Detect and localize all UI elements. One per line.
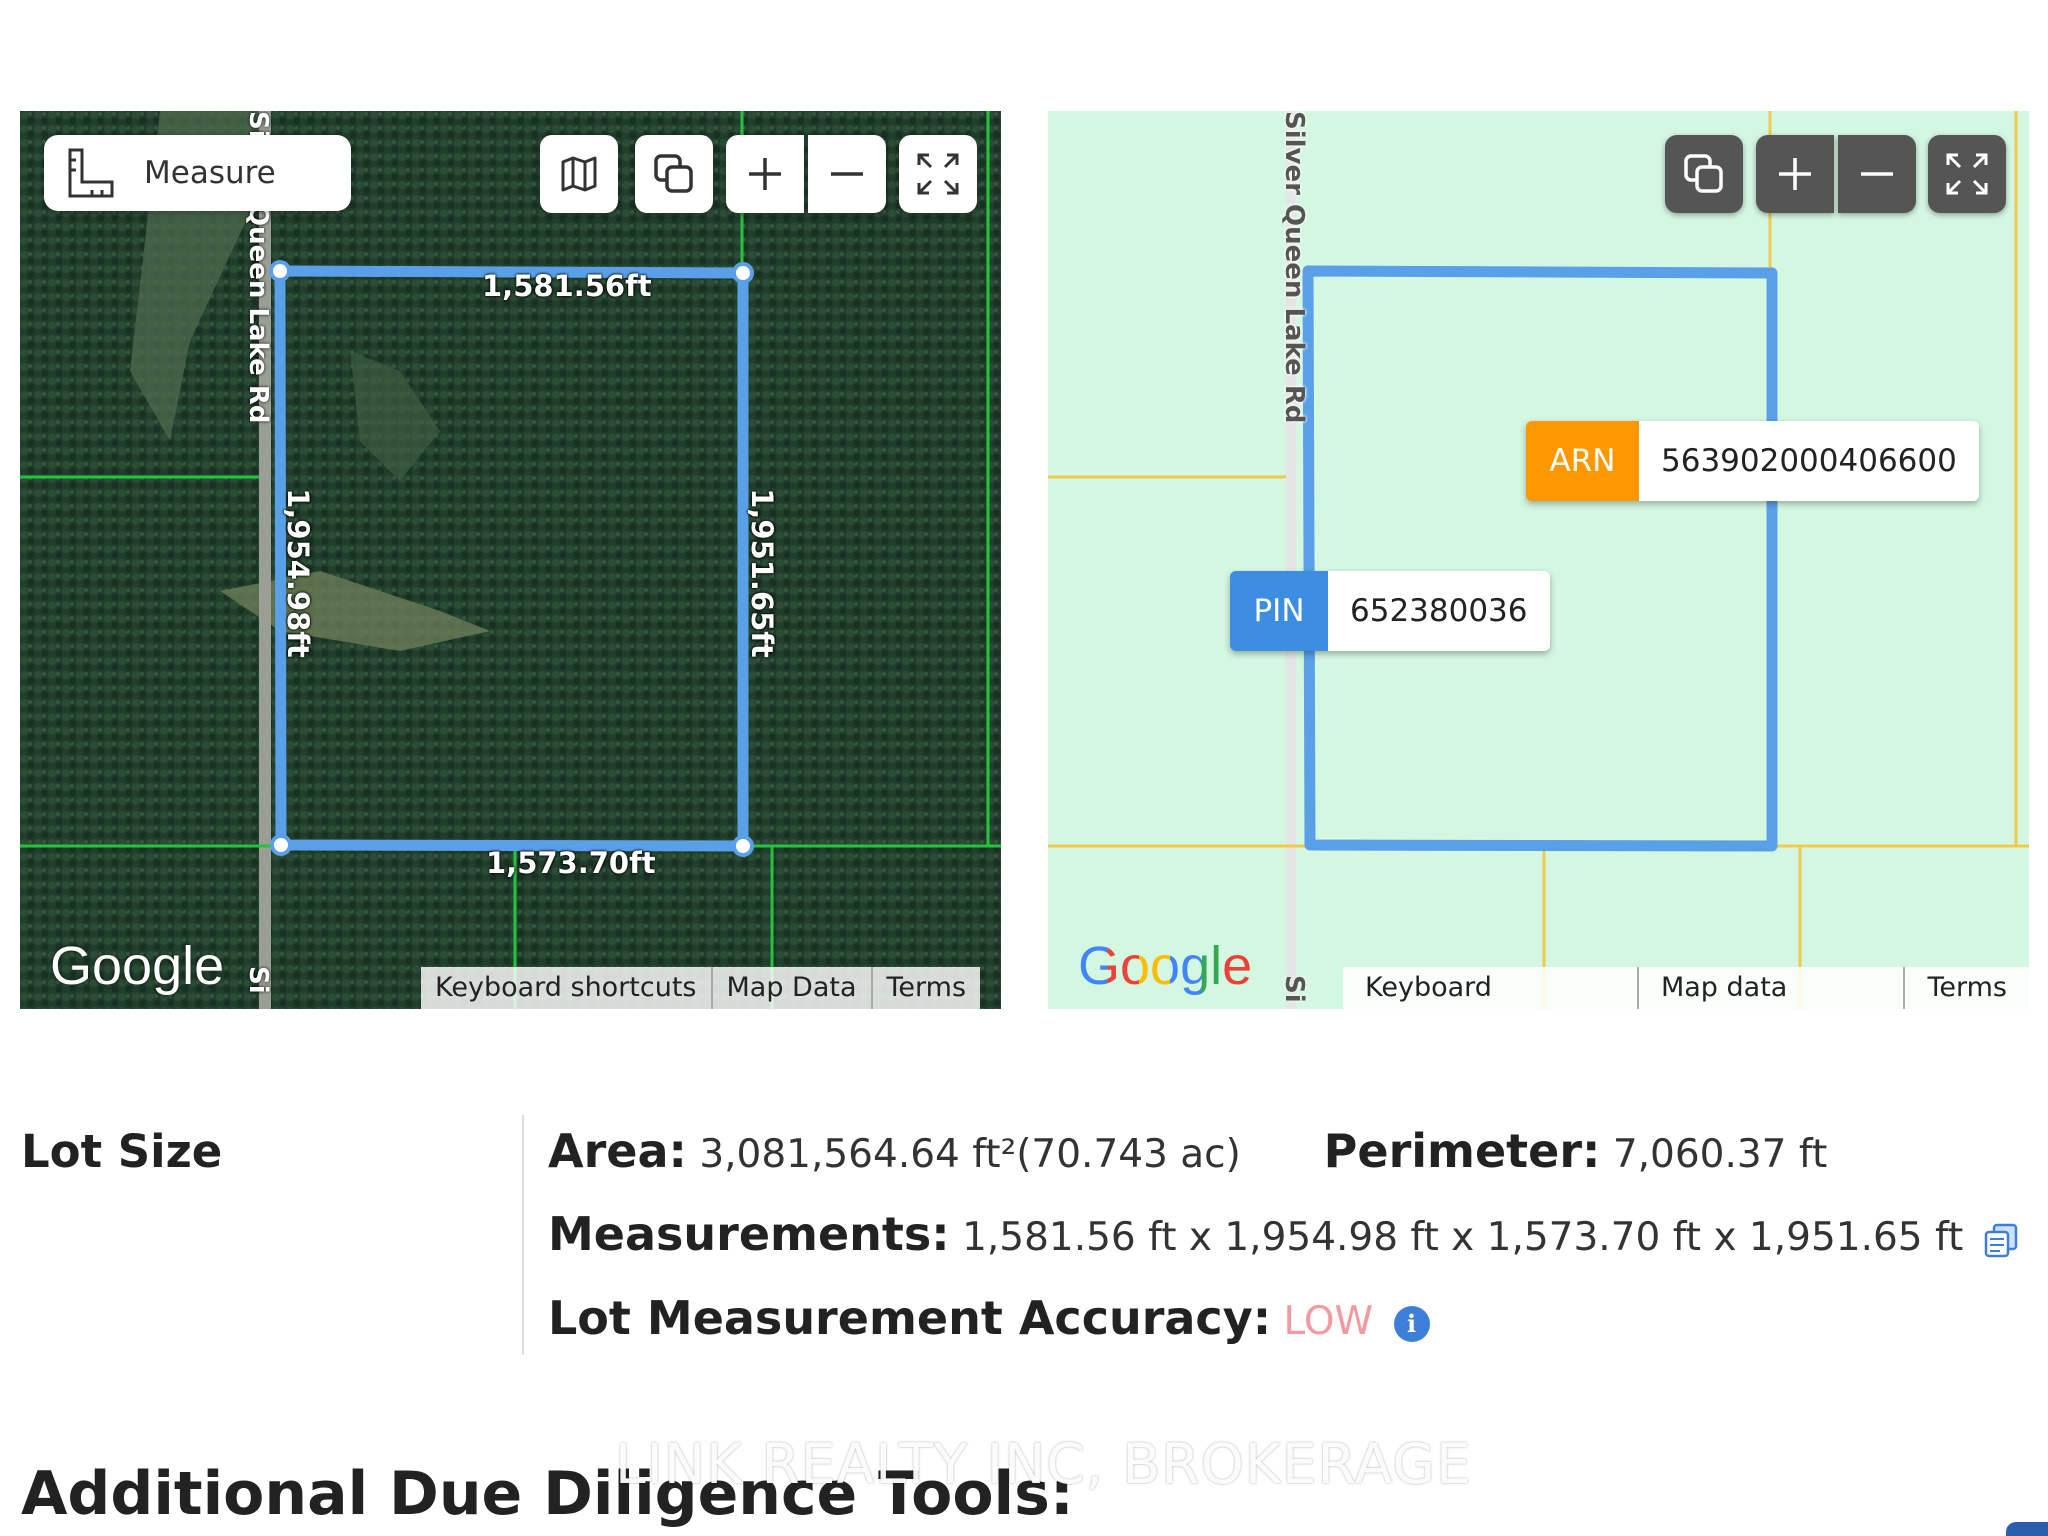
google-logo: Google	[1078, 935, 1252, 997]
google-logo: Google	[50, 936, 225, 996]
road-label-bottom: Si	[1279, 975, 1309, 1003]
dimension-bottom: 1,573.70ft	[486, 846, 656, 880]
layers-toggle-button[interactable]	[635, 135, 713, 213]
dimension-right: 1,951.65ft	[744, 488, 779, 658]
vertex-handle	[269, 260, 291, 282]
area-value: 3,081,564.64 ft²(70.743 ac)	[699, 1132, 1241, 1177]
map-layers-icon	[561, 156, 597, 192]
ruler-icon	[68, 148, 114, 198]
road-label: Silver Queen Lake Rd	[1279, 111, 1309, 424]
map-attribution: Keyboard shortcuts Map data ©2026 Terms	[1343, 967, 2029, 1009]
terms-link[interactable]: Terms	[1903, 967, 2029, 1009]
area-label: Area:	[548, 1124, 687, 1178]
zoom-in-button[interactable]	[1756, 135, 1834, 213]
zoom-out-icon	[1861, 172, 1893, 176]
arn-value: 563902000406600	[1639, 421, 1979, 501]
fullscreen-button[interactable]	[1928, 135, 2006, 213]
map-type-button[interactable]	[540, 135, 618, 213]
divider	[522, 1115, 524, 1355]
brokerage-watermark: LINK REALTY INC, BROKERAGE	[615, 1432, 1472, 1496]
measure-label: Measure	[144, 155, 276, 191]
measure-button[interactable]: Measure	[44, 135, 351, 211]
parcel-basemap	[1048, 111, 2029, 1009]
keyboard-shortcuts-link[interactable]: Keyboard shortcuts	[1343, 967, 1637, 1009]
zoom-out-button[interactable]	[1838, 135, 1916, 213]
vertex-handle	[732, 262, 754, 284]
pin-tag[interactable]: PIN 652380036	[1230, 571, 1550, 651]
perimeter-value: 7,060.37 ft	[1612, 1132, 1828, 1177]
zoom-in-button[interactable]	[726, 135, 804, 213]
zoom-in-icon	[749, 158, 781, 190]
zoom-in-icon	[1779, 158, 1811, 190]
copy-icon[interactable]	[1982, 1221, 2020, 1259]
fullscreen-icon	[1946, 153, 1988, 195]
area-row: Area: 3,081,564.64 ft²(70.743 ac) Perime…	[548, 1124, 1827, 1178]
google-logo-text: Google	[1078, 936, 1253, 996]
layers-toggle-button[interactable]	[1665, 135, 1743, 213]
vertex-handle	[732, 835, 754, 857]
pin-value: 652380036	[1328, 571, 1550, 651]
accuracy-label: Lot Measurement Accuracy:	[548, 1291, 1272, 1345]
zoom-out-button[interactable]	[808, 135, 886, 213]
arn-key: ARN	[1526, 421, 1639, 501]
info-icon[interactable]: i	[1393, 1305, 1430, 1342]
accuracy-row: Lot Measurement Accuracy: LOW i	[548, 1291, 1430, 1345]
keyboard-shortcuts-link[interactable]: Keyboard shortcuts	[421, 967, 711, 1009]
parcel-map[interactable]: Silver Queen Lake Rd Si ARN 563902000406…	[1048, 111, 2029, 1009]
road-label-bottom: Si	[243, 966, 273, 994]
accuracy-value: LOW	[1283, 1299, 1374, 1344]
zoom-out-icon	[831, 172, 863, 176]
vertex-handle	[270, 834, 292, 856]
measurements-row: Measurements: 1,581.56 ft x 1,954.98 ft …	[548, 1207, 2020, 1261]
lot-size-title: Lot Size	[21, 1125, 223, 1178]
fullscreen-icon	[917, 153, 959, 195]
pin-key: PIN	[1230, 571, 1328, 651]
copy-layers-icon	[1684, 154, 1723, 193]
satellite-map[interactable]: Silver Queen Lake Rd Si 1,581.56ft 1,573…	[20, 111, 1001, 1009]
copy-layers-icon	[654, 154, 693, 193]
measurements-value: 1,581.56 ft x 1,954.98 ft x 1,573.70 ft …	[962, 1215, 1964, 1260]
map-data-link[interactable]: Map data ©2026	[1636, 967, 1904, 1009]
map-data-link[interactable]: Map Data	[710, 967, 871, 1009]
arn-tag[interactable]: ARN 563902000406600	[1526, 421, 1979, 501]
measurements-label: Measurements:	[548, 1207, 950, 1261]
scroll-tab[interactable]	[2006, 1522, 2048, 1536]
dimension-left: 1,954.98ft	[280, 488, 315, 658]
map-attribution: Keyboard shortcuts Map Data Terms	[421, 967, 981, 1009]
dimension-top: 1,581.56ft	[482, 269, 652, 303]
terms-link[interactable]: Terms	[870, 967, 981, 1009]
fullscreen-button[interactable]	[899, 135, 977, 213]
perimeter-label: Perimeter:	[1323, 1124, 1601, 1178]
